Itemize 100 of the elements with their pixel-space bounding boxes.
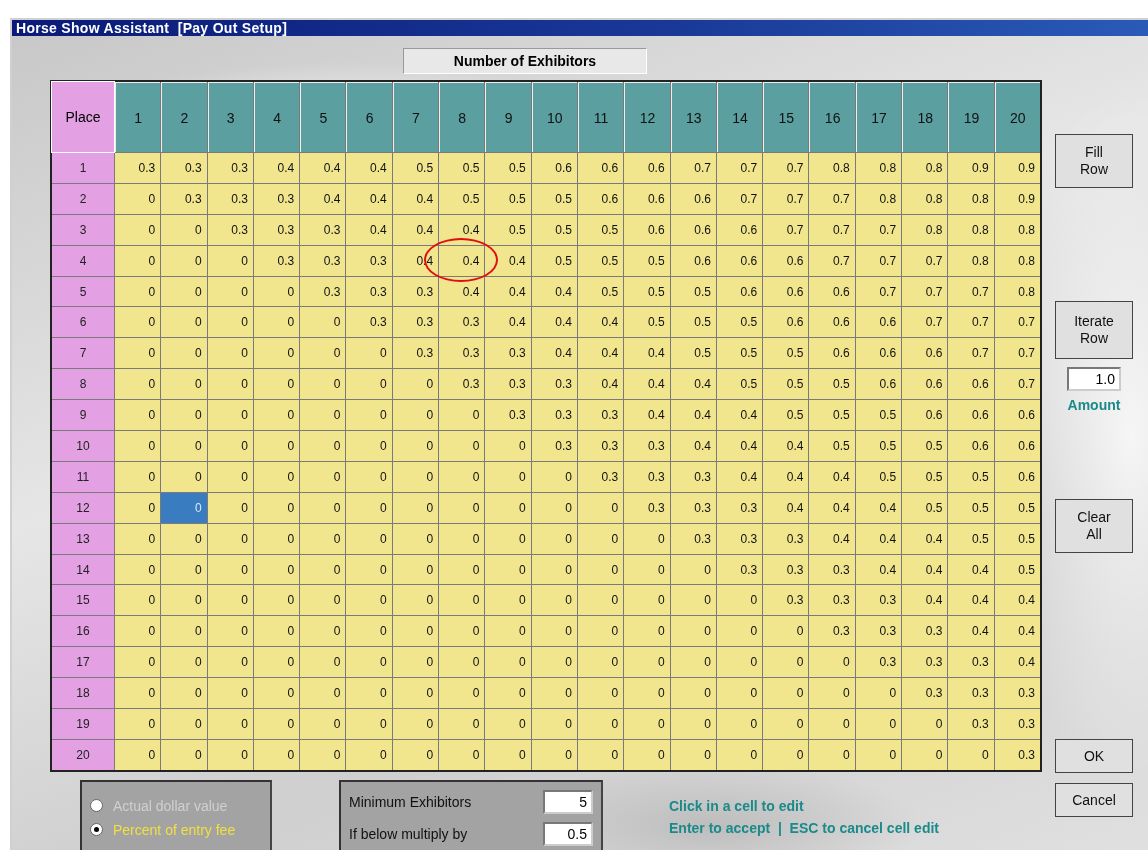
table-cell[interactable]: 0.3 bbox=[624, 461, 670, 492]
table-cell[interactable]: 0 bbox=[161, 369, 207, 400]
table-cell[interactable]: 0.6 bbox=[948, 431, 994, 461]
table-cell[interactable]: 0.3 bbox=[253, 183, 300, 214]
table-cell[interactable]: 0.4 bbox=[716, 461, 763, 492]
table-cell[interactable]: 0.5 bbox=[578, 245, 624, 276]
table-cell[interactable]: 0.3 bbox=[948, 709, 994, 739]
table-cell[interactable]: 0 bbox=[161, 492, 207, 523]
table-cell[interactable]: 0.7 bbox=[809, 245, 855, 276]
table-cell[interactable]: 0 bbox=[300, 647, 346, 678]
table-cell[interactable]: 0 bbox=[253, 307, 300, 338]
table-cell[interactable]: 0.3 bbox=[300, 214, 346, 245]
table-cell[interactable]: 0 bbox=[531, 616, 577, 647]
table-cell[interactable]: 0.5 bbox=[994, 554, 1040, 585]
table-cell[interactable]: 0 bbox=[115, 307, 161, 338]
table-cell[interactable]: 0.8 bbox=[948, 245, 994, 276]
table-cell[interactable]: 0 bbox=[855, 709, 902, 739]
table-cell[interactable]: 0.3 bbox=[624, 431, 670, 461]
table-cell[interactable]: 0.4 bbox=[948, 616, 994, 647]
table-cell[interactable]: 0 bbox=[485, 461, 531, 492]
table-cell[interactable]: 0 bbox=[161, 214, 207, 245]
radio-button[interactable] bbox=[90, 823, 103, 837]
table-cell[interactable]: 0 bbox=[161, 461, 207, 492]
table-cell[interactable]: 0 bbox=[485, 678, 531, 709]
table-cell[interactable]: 0 bbox=[115, 400, 161, 430]
table-cell[interactable]: 0.6 bbox=[809, 276, 855, 307]
table-cell[interactable]: 0 bbox=[855, 678, 902, 709]
table-cell[interactable]: 0.3 bbox=[253, 245, 300, 276]
table-cell[interactable]: 0 bbox=[253, 461, 300, 492]
table-cell[interactable]: 0.8 bbox=[855, 153, 902, 183]
table-cell[interactable]: 0 bbox=[578, 739, 624, 770]
table-cell[interactable]: 0.4 bbox=[670, 400, 716, 430]
table-cell[interactable]: 0.8 bbox=[994, 214, 1040, 245]
table-cell[interactable]: 0.4 bbox=[902, 523, 948, 554]
table-cell[interactable]: 0.7 bbox=[716, 183, 763, 214]
table-cell[interactable]: 0 bbox=[392, 554, 439, 585]
table-cell[interactable]: 0.4 bbox=[485, 245, 531, 276]
table-cell[interactable]: 0.4 bbox=[763, 461, 809, 492]
ok-button[interactable]: OK bbox=[1055, 739, 1133, 773]
table-cell[interactable]: 0.3 bbox=[948, 678, 994, 709]
table-cell[interactable]: 0 bbox=[485, 554, 531, 585]
table-cell[interactable]: 0 bbox=[439, 709, 485, 739]
table-cell[interactable]: 0 bbox=[531, 523, 577, 554]
table-cell[interactable]: 0.3 bbox=[439, 307, 485, 338]
table-cell[interactable]: 0 bbox=[161, 400, 207, 430]
table-cell[interactable]: 0 bbox=[531, 709, 577, 739]
table-cell[interactable]: 0 bbox=[115, 616, 161, 647]
table-cell[interactable]: 0 bbox=[115, 276, 161, 307]
table-cell[interactable]: 0.3 bbox=[670, 523, 716, 554]
table-cell[interactable]: 0.4 bbox=[809, 461, 855, 492]
table-cell[interactable]: 0 bbox=[207, 400, 253, 430]
table-cell[interactable]: 0 bbox=[439, 400, 485, 430]
table-cell[interactable]: 0 bbox=[300, 492, 346, 523]
table-cell[interactable]: 0.4 bbox=[346, 153, 392, 183]
table-cell[interactable]: 0 bbox=[716, 709, 763, 739]
table-cell[interactable]: 0.4 bbox=[716, 400, 763, 430]
fill-row-button[interactable]: Fill Row bbox=[1055, 134, 1133, 188]
table-cell[interactable]: 0 bbox=[716, 616, 763, 647]
table-cell[interactable]: 0.4 bbox=[392, 183, 439, 214]
table-cell[interactable]: 0.3 bbox=[994, 709, 1040, 739]
table-cell[interactable]: 0.6 bbox=[670, 183, 716, 214]
table-cell[interactable]: 0.7 bbox=[809, 183, 855, 214]
table-cell[interactable]: 0.3 bbox=[763, 523, 809, 554]
table-cell[interactable]: 0 bbox=[253, 554, 300, 585]
table-cell[interactable]: 0 bbox=[346, 461, 392, 492]
table-cell[interactable]: 0.4 bbox=[809, 523, 855, 554]
table-cell[interactable]: 0.4 bbox=[994, 585, 1040, 616]
table-cell[interactable]: 0.6 bbox=[624, 214, 670, 245]
table-cell[interactable]: 0 bbox=[115, 585, 161, 616]
table-cell[interactable]: 0 bbox=[115, 461, 161, 492]
table-cell[interactable]: 0 bbox=[115, 338, 161, 369]
table-cell[interactable]: 0 bbox=[207, 431, 253, 461]
table-cell[interactable]: 0.4 bbox=[485, 276, 531, 307]
table-cell[interactable]: 0.3 bbox=[855, 616, 902, 647]
table-cell[interactable]: 0.6 bbox=[716, 245, 763, 276]
table-cell[interactable]: 0.5 bbox=[763, 400, 809, 430]
table-cell[interactable]: 0 bbox=[300, 461, 346, 492]
table-cell[interactable]: 0 bbox=[531, 585, 577, 616]
table-cell[interactable]: 0.3 bbox=[392, 338, 439, 369]
table-cell[interactable]: 0.8 bbox=[809, 153, 855, 183]
table-cell[interactable]: 0 bbox=[115, 647, 161, 678]
table-cell[interactable]: 0.3 bbox=[531, 431, 577, 461]
table-cell[interactable]: 0.7 bbox=[994, 338, 1040, 369]
table-cell[interactable]: 0.3 bbox=[809, 585, 855, 616]
table-cell[interactable]: 0 bbox=[392, 585, 439, 616]
table-cell[interactable]: 0 bbox=[115, 739, 161, 770]
table-cell[interactable]: 0.8 bbox=[994, 276, 1040, 307]
table-cell[interactable]: 0 bbox=[902, 709, 948, 739]
table-cell[interactable]: 0 bbox=[207, 369, 253, 400]
input-field[interactable]: 0.5 bbox=[543, 821, 593, 846]
table-cell[interactable]: 0.6 bbox=[670, 245, 716, 276]
table-cell[interactable]: 0.5 bbox=[531, 183, 577, 214]
table-cell[interactable]: 0.3 bbox=[115, 153, 161, 183]
table-cell[interactable]: 0.5 bbox=[994, 523, 1040, 554]
table-cell[interactable]: 0.4 bbox=[948, 554, 994, 585]
input-field[interactable]: 5 bbox=[543, 789, 593, 814]
table-cell[interactable]: 0 bbox=[485, 492, 531, 523]
table-cell[interactable]: 0.8 bbox=[855, 183, 902, 214]
table-cell[interactable]: 0.3 bbox=[809, 616, 855, 647]
table-cell[interactable]: 0.8 bbox=[948, 183, 994, 214]
